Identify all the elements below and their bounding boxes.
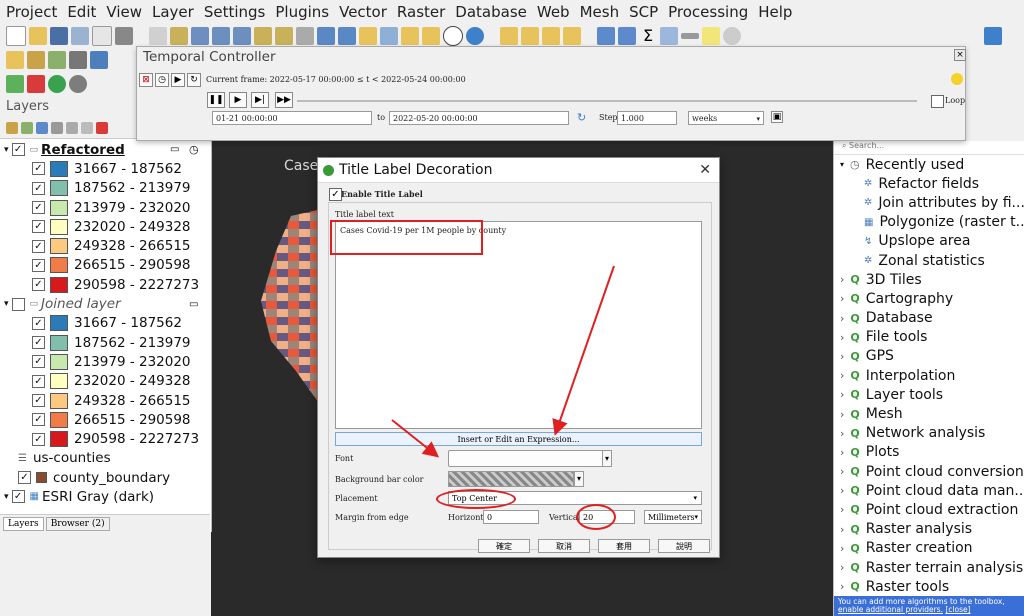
annotation-arrows [391,265,615,458]
arrow-to-font [391,419,440,458]
arrow-to-expression [552,265,615,436]
